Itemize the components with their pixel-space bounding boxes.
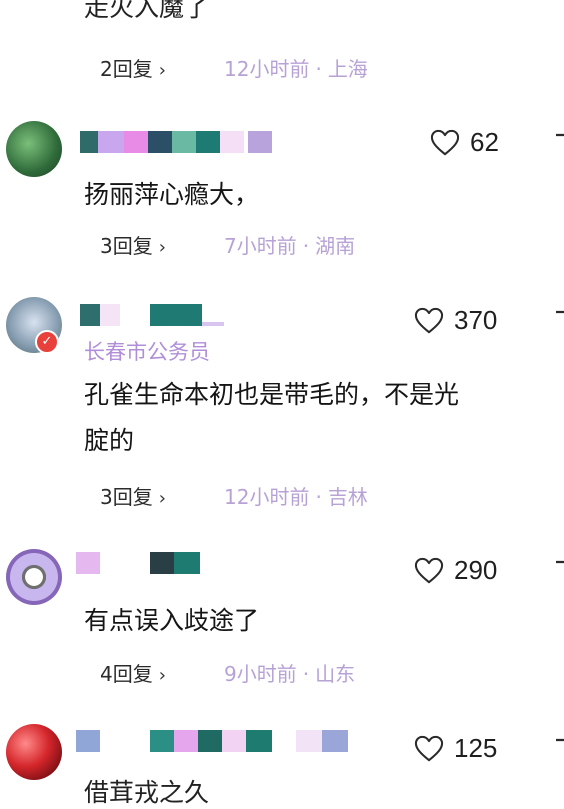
chevron-right-icon: › (158, 488, 166, 509)
comment-time: 12小时前 (224, 57, 310, 81)
meta-separator: · (315, 485, 322, 509)
comment-text: 有点误入歧途了 (84, 606, 260, 635)
replies-link[interactable]: 3回复 › (100, 230, 166, 259)
replies-count: 4回复 (100, 662, 153, 686)
comment-text: 扬丽萍心瘾大， (84, 180, 260, 209)
replies-link[interactable]: 2回复 › (100, 53, 166, 82)
like-button[interactable]: 125 (414, 733, 497, 764)
comment-location: 吉林 (327, 485, 368, 509)
share-icon[interactable] (552, 734, 564, 762)
share-icon[interactable] (552, 129, 564, 157)
comment-text-line: 腚的 (84, 426, 135, 455)
meta-separator: · (302, 662, 310, 686)
like-button[interactable]: 370 (414, 305, 497, 336)
chevron-right-icon: › (158, 665, 166, 686)
like-button[interactable]: 62 (430, 127, 499, 158)
like-count: 125 (454, 733, 498, 763)
chevron-right-icon: › (158, 60, 166, 81)
meta-separator: · (302, 234, 310, 258)
comment-text-cut: 走火入魔了 (84, 0, 210, 22)
comment-meta: 12小时前 · 上海 (224, 53, 368, 82)
comment-location: 湖南 (315, 234, 356, 258)
comment-meta: 7小时前 · 湖南 (224, 230, 355, 259)
avatar[interactable] (6, 724, 62, 780)
replies-link[interactable]: 4回复 › (100, 658, 166, 687)
heart-outline-icon (414, 735, 444, 761)
replies-link[interactable]: 3回复 › (100, 481, 166, 510)
replies-count: 2回复 (100, 57, 153, 81)
comment-time: 9小时前 (224, 662, 297, 686)
comment-meta: 9小时前 · 山东 (224, 658, 355, 687)
like-count: 290 (454, 555, 498, 585)
user-title-tag: 长春市公务员 (84, 340, 210, 364)
share-icon[interactable] (552, 556, 564, 584)
comment-text-cut: 借茸戎之久 (84, 778, 210, 807)
like-count: 62 (470, 127, 499, 157)
comment-location: 上海 (327, 57, 368, 81)
heart-outline-icon (414, 307, 444, 333)
comment-location: 山东 (315, 662, 356, 686)
replies-count: 3回复 (100, 485, 153, 509)
comment-time: 7小时前 (224, 234, 297, 258)
comment-text-line: 孔雀生命本初也是带毛的，不是光 (84, 380, 460, 409)
comment-meta: 12小时前 · 吉林 (224, 481, 368, 510)
comment-time: 12小时前 (224, 485, 310, 509)
share-icon[interactable] (552, 306, 564, 334)
replies-count: 3回复 (100, 234, 153, 258)
chevron-right-icon: › (158, 237, 166, 258)
like-count: 370 (454, 305, 498, 335)
avatar[interactable] (6, 121, 62, 177)
verified-badge-icon: ✓ (35, 330, 59, 354)
heart-outline-icon (414, 557, 444, 583)
meta-separator: · (315, 57, 322, 81)
heart-outline-icon (430, 129, 460, 155)
avatar[interactable] (6, 549, 62, 605)
like-button[interactable]: 290 (414, 555, 497, 586)
